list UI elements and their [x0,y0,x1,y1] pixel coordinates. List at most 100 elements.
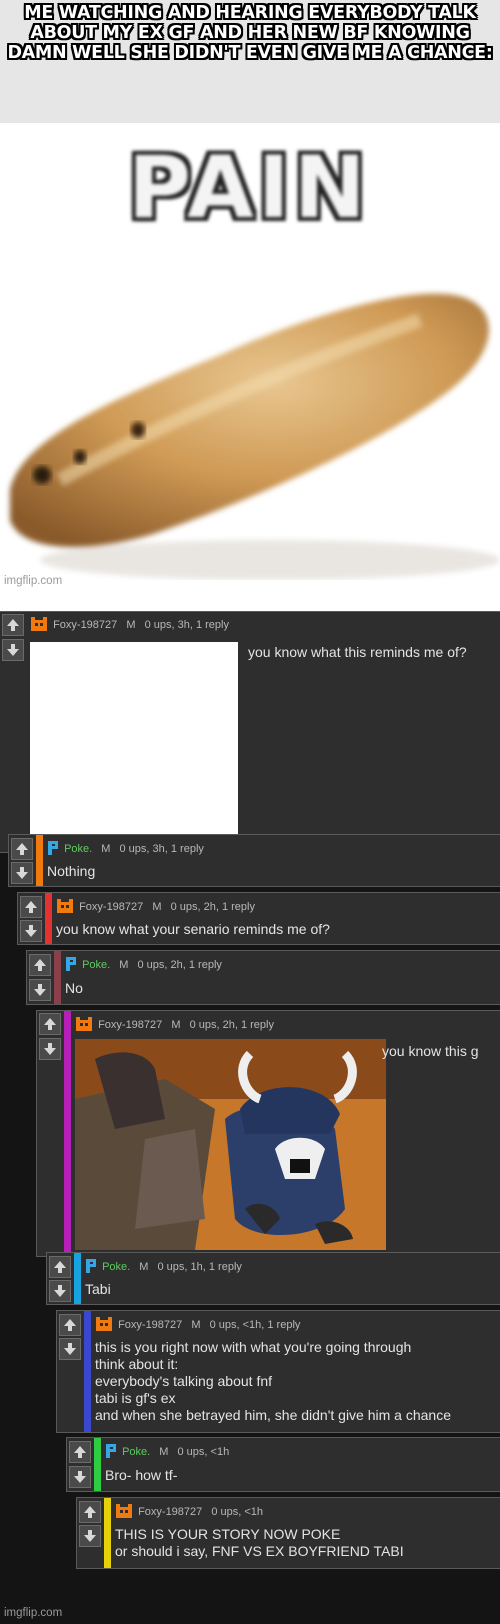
comment: Foxy-198727 0 ups, <1h THIS IS YOUR STOR… [76,1497,500,1569]
arrow-down-icon [25,925,37,937]
upvote-button[interactable] [11,838,33,860]
thread-depth-bar [54,951,61,1004]
comment-stats: 0 ups, <1h [211,1506,264,1518]
foxy-icon[interactable] [56,898,74,914]
arrow-up-icon [25,901,37,913]
downvote-button[interactable] [39,1038,61,1060]
comment: Foxy-198727 M 0 ups, 2h, 1 reply you kno… [17,892,500,945]
downvote-button[interactable] [29,979,51,1001]
comment-line: everybody's talking about fnf [95,1373,273,1389]
arrow-up-icon [16,843,28,855]
poke-icon[interactable] [105,1443,117,1459]
downvote-button[interactable] [79,1525,101,1547]
foxy-icon[interactable] [95,1316,113,1332]
imgflip-watermark-top: imgflip.com [4,575,63,587]
comment: Foxy-198727 M 0 ups, 3h, 1 reply you kno… [0,611,500,853]
foxy-icon[interactable] [75,1016,93,1032]
tabi-character-image[interactable] [75,1039,386,1250]
arrow-down-icon [64,1343,76,1355]
arrow-down-icon [44,1043,56,1055]
arrow-down-icon [16,867,28,879]
comment-stats: 0 ups, <1h, 1 reply [209,1319,301,1331]
downvote-button[interactable] [69,1466,91,1488]
comment-meta: Foxy-198727 0 ups, <1h [115,1503,263,1519]
comment-thread: Foxy-198727 M 0 ups, 3h, 1 reply you kno… [0,611,500,1624]
thread-depth-bar [64,1011,71,1256]
comment-text: Bro- how tf- [105,1467,178,1483]
gender-mark: M [159,1446,169,1458]
comment-line: think about it: [95,1356,179,1372]
comment-text: Nothing [47,863,96,879]
username[interactable]: Poke. [102,1261,130,1273]
arrow-up-icon [64,1319,76,1331]
comment-text: Tabi [85,1281,111,1297]
foxy-icon[interactable] [30,616,48,632]
comment: Poke. M 0 ups, 3h, 1 reply Nothing [8,834,500,887]
meme-caption: ME WATCHING AND HEARING EVERYBODY TALK A… [7,3,493,63]
comment-stats: 0 ups, 2h, 1 reply [170,901,255,913]
comment-meta: Foxy-198727 M 0 ups, 3h, 1 reply [30,616,229,632]
username[interactable]: Poke. [64,843,92,855]
comment-text: you know what your senario reminds me of… [56,921,330,937]
comment: Foxy-198727 M 0 ups, 2h, 1 reply you kno… [36,1010,500,1257]
thread-depth-bar [94,1438,101,1491]
upvote-button[interactable] [29,954,51,976]
upvote-button[interactable] [20,896,42,918]
comment-text: you know what this reminds me of? [248,644,467,660]
comment-line: THIS IS YOUR STORY NOW POKE [115,1526,341,1542]
comment: Poke. M 0 ups, 1h, 1 reply Tabi [46,1252,500,1305]
comment-text: THIS IS YOUR STORY NOW POKE or should i … [115,1526,404,1560]
poke-icon[interactable] [65,956,77,972]
arrow-down-icon [34,984,46,996]
downvote-button[interactable] [2,639,24,661]
comment-meta: Foxy-198727 M 0 ups, <1h, 1 reply [95,1316,300,1332]
comment-meta: Foxy-198727 M 0 ups, 2h, 1 reply [56,898,255,914]
comment-text: No [65,980,83,996]
username[interactable]: Foxy-198727 [79,901,143,913]
pain-text: PAIN [128,138,370,238]
downvote-button[interactable] [20,920,42,942]
comment-image-blank[interactable] [30,642,238,844]
foxy-icon[interactable] [115,1503,133,1519]
username[interactable]: Poke. [122,1446,150,1458]
username[interactable]: Foxy-198727 [138,1506,202,1518]
gender-mark: M [191,1319,201,1331]
gender-mark: M [126,619,136,631]
comment-text: you know this g [382,1043,479,1059]
upvote-button[interactable] [79,1501,101,1523]
comment-line: and when she betrayed him, she didn't gi… [95,1407,452,1423]
arrow-down-icon [54,1285,66,1297]
comment-stats: 0 ups, 3h, 1 reply [119,843,204,855]
comment-stats: 0 ups, 1h, 1 reply [157,1261,242,1273]
imgflip-watermark-bottom: imgflip.com [4,1607,63,1619]
comment-meta: Poke. M 0 ups, 3h, 1 reply [47,840,204,856]
username[interactable]: Foxy-198727 [53,619,117,631]
comment-meta: Poke. M 0 ups, <1h [105,1443,229,1459]
comment-stats: 0 ups, <1h [177,1446,230,1458]
bread-dog-image [10,293,500,580]
gender-mark: M [171,1019,181,1031]
upvote-button[interactable] [2,614,24,636]
comment-line: tabi is gf's ex [95,1390,176,1406]
meme-image: ME WATCHING AND HEARING EVERYBODY TALK A… [0,0,500,611]
thread-depth-bar [104,1498,111,1568]
arrow-down-icon [84,1530,96,1542]
upvote-button[interactable] [49,1256,71,1278]
downvote-button[interactable] [59,1338,81,1360]
arrow-up-icon [54,1261,66,1273]
comment-meta: Poke. M 0 ups, 1h, 1 reply [85,1258,242,1274]
username[interactable]: Foxy-198727 [98,1019,162,1031]
downvote-button[interactable] [11,862,33,884]
arrow-up-icon [7,619,19,631]
poke-icon[interactable] [47,840,59,856]
arrow-up-icon [34,959,46,971]
upvote-button[interactable] [69,1441,91,1463]
upvote-button[interactable] [39,1013,61,1035]
arrow-up-icon [84,1506,96,1518]
downvote-button[interactable] [49,1280,71,1302]
username[interactable]: Foxy-198727 [118,1319,182,1331]
poke-icon[interactable] [85,1258,97,1274]
upvote-button[interactable] [59,1314,81,1336]
comment-stats: 0 ups, 2h, 1 reply [137,959,222,971]
username[interactable]: Poke. [82,959,110,971]
